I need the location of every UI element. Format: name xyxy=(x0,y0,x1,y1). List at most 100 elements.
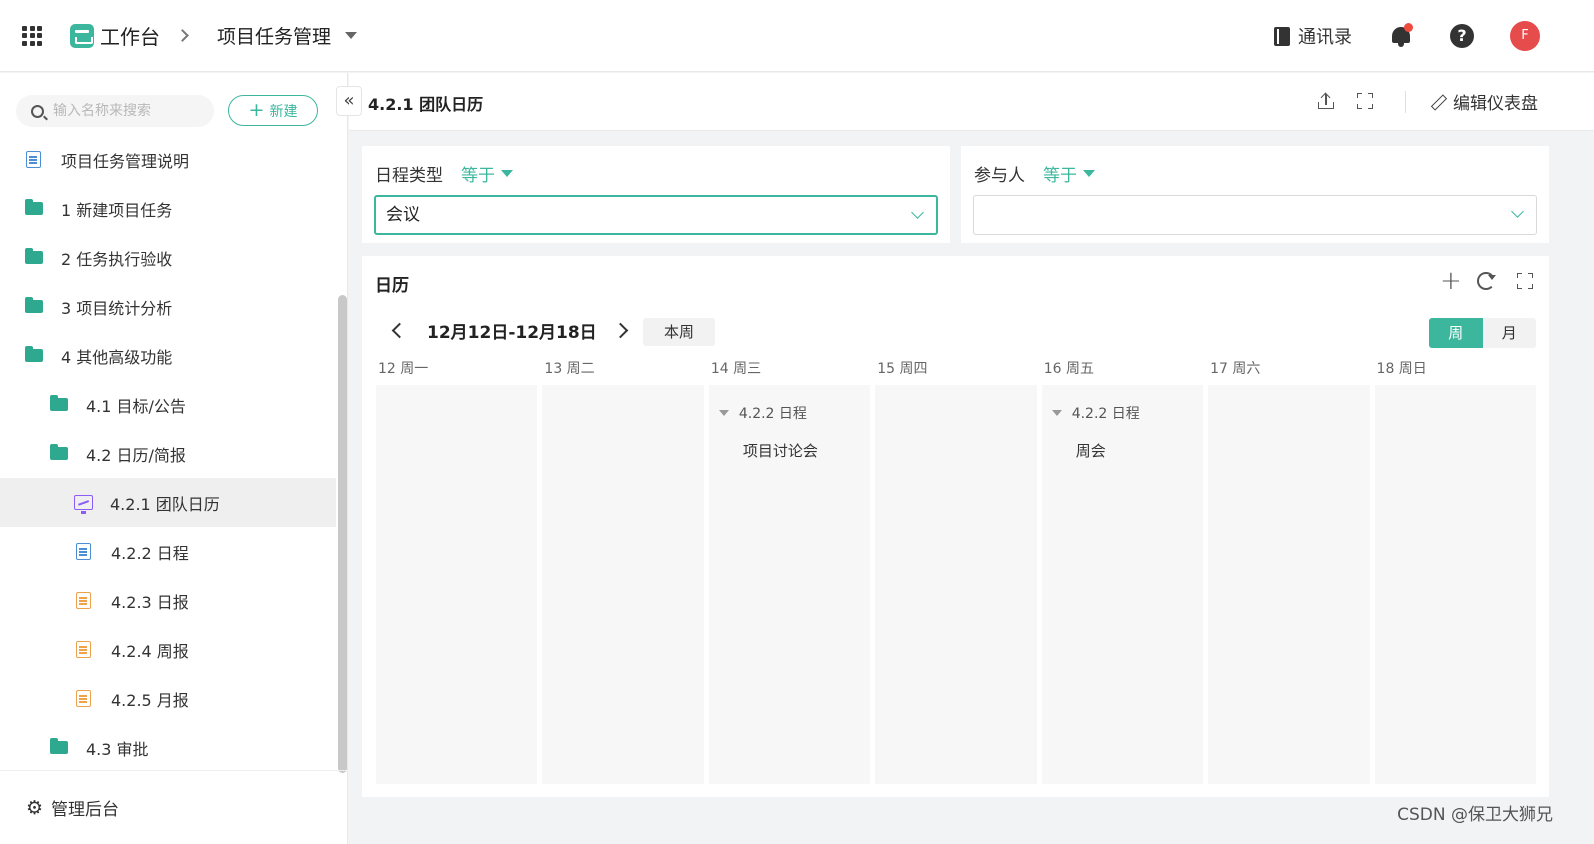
event-group[interactable]: 4.2.2 日程 xyxy=(1051,403,1140,423)
folder-icon xyxy=(50,738,68,754)
bell-icon[interactable] xyxy=(1390,23,1413,48)
calendar-event[interactable]: 4.2.2 日程 周会 xyxy=(1051,403,1140,461)
day-cell[interactable] xyxy=(542,385,704,784)
select-value: 会议 xyxy=(386,205,420,225)
sidebar-item-label: 4.2.5 月报 xyxy=(111,690,189,710)
sidebar-item-daily-report[interactable]: 4.2.3 日报 xyxy=(0,576,336,625)
sidebar-item-statistics[interactable]: 3 项目统计分析 xyxy=(0,282,336,331)
participant-select[interactable] xyxy=(973,195,1537,235)
event-group-label: 4.2.2 日程 xyxy=(1071,406,1140,422)
day-column: 16 周五 4.2.2 日程 周会 xyxy=(1041,359,1204,784)
day-cell[interactable] xyxy=(875,385,1037,784)
search-icon xyxy=(31,104,44,118)
contacts-label: 通讯录 xyxy=(1298,27,1352,48)
prev-week-icon[interactable] xyxy=(391,322,408,339)
day-cell[interactable] xyxy=(376,385,538,784)
week-grid: 12 周一 13 周二 14 周三 4.2.2 日程 项目讨论会 15 周四 1… xyxy=(376,359,1536,784)
breadcrumb-current[interactable]: 项目任务管理 xyxy=(217,22,331,49)
day-cell[interactable]: 4.2.2 日程 周会 xyxy=(1041,385,1204,784)
schedule-type-select[interactable]: 会议 xyxy=(374,195,938,235)
folder-icon xyxy=(25,297,43,313)
event-title[interactable]: 周会 xyxy=(1076,440,1140,461)
sidebar-item-new-task[interactable]: 1 新建项目任务 xyxy=(0,184,336,233)
day-header: 13 周二 xyxy=(544,361,595,377)
caret-down-icon xyxy=(501,170,513,177)
filter-operator-label: 等于 xyxy=(461,166,495,186)
filter-schedule-type: 日程类型 等于 会议 xyxy=(362,146,950,243)
doc-icon xyxy=(76,641,91,658)
calendar-event[interactable]: 4.2.2 日程 项目讨论会 xyxy=(718,403,818,461)
sidebar-item-guide[interactable]: 项目任务管理说明 xyxy=(0,135,336,184)
day-column: 17 周六 xyxy=(1208,359,1370,784)
sidebar-item-calendar-folder[interactable]: 4.2 日历/简报 xyxy=(0,429,336,478)
avatar[interactable]: F xyxy=(1510,21,1540,51)
notification-dot xyxy=(1404,23,1413,32)
dashboard-header: 4.2.1 团队日历 编辑仪表盘 xyxy=(349,73,1594,131)
divider xyxy=(1405,91,1406,113)
sidebar-item-label: 4.3 审批 xyxy=(86,739,149,759)
admin-button[interactable]: ⚙ 管理后台 xyxy=(0,770,348,844)
sidebar-item-label: 4.2.2 日程 xyxy=(111,543,189,563)
sidebar-item-approval[interactable]: 4.3 审批 xyxy=(0,723,336,772)
calendar-widget: 日历 + 12月12日-12月18日 本周 周 月 12 周一 13 周二 14… xyxy=(362,256,1549,797)
sidebar-item-label: 4.2.1 团队日历 xyxy=(110,494,220,514)
collapse-triangle-icon xyxy=(1051,410,1062,416)
page-title: 4.2.1 团队日历 xyxy=(368,95,484,114)
sidebar-item-schedule[interactable]: 4.2.2 日程 xyxy=(0,527,336,576)
doc-icon xyxy=(76,592,91,609)
filter-operator[interactable]: 等于 xyxy=(1043,161,1095,186)
doc-icon xyxy=(76,690,91,707)
caret-down-icon xyxy=(1083,170,1095,177)
sidebar-item-label: 4.2 日历/简报 xyxy=(86,445,186,465)
share-icon[interactable] xyxy=(1317,92,1335,110)
day-cell[interactable] xyxy=(1374,385,1536,784)
add-icon[interactable]: + xyxy=(1440,268,1462,294)
day-header: 12 周一 xyxy=(378,361,429,377)
search-box[interactable] xyxy=(16,95,214,127)
sidebar-item-label: 4 其他高级功能 xyxy=(61,347,173,367)
sidebar-item-advanced[interactable]: 4 其他高级功能 xyxy=(0,331,336,380)
sidebar-item-monthly-report[interactable]: 4.2.5 月报 xyxy=(0,674,336,723)
folder-icon xyxy=(25,248,43,264)
day-cell[interactable] xyxy=(1208,385,1370,784)
month-view-button[interactable]: 月 xyxy=(1483,318,1537,348)
event-group-label: 4.2.2 日程 xyxy=(738,406,807,422)
filter-label: 日程类型 xyxy=(375,166,443,186)
day-header: 16 周五 xyxy=(1043,361,1094,377)
sidebar-item-team-calendar[interactable]: 4.2.1 团队日历 xyxy=(0,478,336,527)
filter-label: 参与人 xyxy=(974,166,1025,186)
search-input[interactable] xyxy=(53,103,203,119)
next-week-icon[interactable] xyxy=(612,322,628,339)
sidebar-item-execution[interactable]: 2 任务执行验收 xyxy=(0,233,336,282)
day-cell[interactable]: 4.2.2 日程 项目讨论会 xyxy=(708,385,871,784)
event-group[interactable]: 4.2.2 日程 xyxy=(718,403,818,423)
this-week-button[interactable]: 本周 xyxy=(643,318,715,346)
breadcrumb-home[interactable]: 工作台 xyxy=(100,21,160,50)
day-column: 18 周日 xyxy=(1374,359,1536,784)
day-column: 15 周四 xyxy=(875,359,1037,784)
edit-dashboard-button[interactable]: 编辑仪表盘 xyxy=(1431,89,1538,114)
contacts-button[interactable]: 通讯录 xyxy=(1274,23,1352,49)
help-icon[interactable]: ? xyxy=(1450,24,1474,48)
day-header: 17 周六 xyxy=(1210,361,1261,377)
sidebar-scrollbar[interactable] xyxy=(338,295,347,773)
week-view-button[interactable]: 周 xyxy=(1429,318,1483,348)
sidebar-item-goals[interactable]: 4.1 目标/公告 xyxy=(0,380,336,429)
day-column: 12 周一 xyxy=(376,359,538,784)
apps-grid-icon[interactable] xyxy=(22,25,42,46)
fullscreen-icon[interactable] xyxy=(1357,93,1373,109)
sidebar-item-weekly-report[interactable]: 4.2.4 周报 xyxy=(0,625,336,674)
filter-participant: 参与人 等于 xyxy=(961,146,1549,243)
day-header: 15 周四 xyxy=(877,361,928,377)
filter-operator[interactable]: 等于 xyxy=(461,161,513,186)
sidebar-item-label: 2 任务执行验收 xyxy=(61,249,173,269)
fullscreen-icon[interactable] xyxy=(1517,273,1533,289)
caret-down-icon[interactable] xyxy=(345,32,358,39)
new-button-label: 新建 xyxy=(269,103,298,120)
plus-icon: + xyxy=(248,99,265,121)
refresh-icon[interactable] xyxy=(1477,272,1496,290)
doc-icon xyxy=(26,151,41,168)
event-title[interactable]: 项目讨论会 xyxy=(743,440,818,461)
collapse-sidebar-button[interactable]: « xyxy=(336,86,362,116)
new-button[interactable]: + 新建 xyxy=(228,95,318,126)
